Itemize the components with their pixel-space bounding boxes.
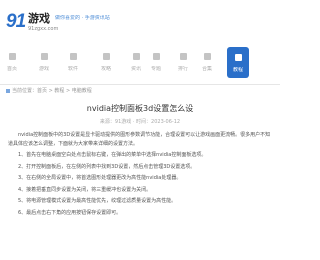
tutorial-icon	[235, 54, 242, 61]
rank-icon	[180, 53, 187, 60]
article-paragraph: 1、首先在电脑桌面空白处点击鼠标右键，在弹出的菜单中选择nvidia控制面板选项…	[18, 152, 207, 158]
article-paragraph: 5、将电源管理模式设置为最高性能优先，纹理过滤质量设置为高性能。	[18, 198, 177, 204]
nav-item-label: 游戏	[38, 66, 49, 72]
nav-item-label: 首页	[6, 66, 17, 72]
article-paragraph: 2、打开控制面板后，在左侧的列表中找到3D设置，然后点击管理3D设置选项。	[18, 163, 196, 170]
news-icon	[133, 53, 140, 60]
nav-item-rank[interactable]: 排行	[172, 46, 194, 79]
nav-item-collections[interactable]: 合集	[196, 46, 218, 79]
home-icon	[9, 53, 16, 60]
nav-item-home[interactable]: 首页	[1, 46, 23, 79]
nav-item-label: 专题	[150, 66, 161, 72]
article-paragraph: nvidia控制面板中的3D设置是显卡驱动提供的图形参数调节功能，合理设置可以让…	[8, 132, 271, 147]
app-icon	[70, 53, 77, 60]
logo-domain: 91zgxx.com	[28, 26, 59, 32]
breadcrumb-text[interactable]: 当前位置：首页 > 教程 > 电脑教程	[12, 88, 92, 94]
site-logo[interactable]: 91	[6, 12, 26, 32]
nav-item-label: 资讯	[130, 66, 141, 72]
site-header: 91 游戏 91zgxx.com 做你喜爱的 · 手游资讯站	[0, 0, 280, 45]
site-slogan: 做你喜爱的 · 手游资讯站	[55, 15, 110, 21]
nav-item-label: 攻略	[100, 66, 111, 72]
page-title: nvidia控制面板3d设置怎么设	[86, 104, 194, 113]
article-paragraph: 3、在右侧的全局设置中，将首选图形处理器更改为高性能nvidia处理器。	[18, 175, 182, 181]
nav-item-software[interactable]: 软件	[62, 46, 84, 79]
topic-icon	[153, 53, 160, 60]
nav-item-news[interactable]: 资讯	[125, 46, 147, 79]
logo-wordmark[interactable]: 游戏	[28, 13, 50, 25]
nav-item-label: 软件	[67, 66, 78, 72]
collection-icon	[204, 53, 211, 60]
location-icon	[6, 88, 10, 93]
nav-item-label: 排行	[177, 66, 188, 72]
nav-item-label: 教程	[232, 67, 243, 73]
main-nav: 首页 游戏 软件 攻略 资讯 专题 排行 合集 教程	[0, 46, 280, 79]
header-divider	[0, 84, 280, 85]
nav-item-topics[interactable]: 专题	[145, 46, 167, 79]
article-paragraph: 4、接着把垂直同步设置为关闭，将三重缓冲也设置为关闭。	[18, 186, 152, 193]
article-meta: 来源：91游戏 · 时间：2023-06-12	[99, 119, 181, 125]
article-body: nvidia控制面板中的3D设置是显卡驱动提供的图形参数调节功能，合理设置可以让…	[8, 131, 272, 260]
game-icon	[41, 53, 48, 60]
nav-item-label: 合集	[201, 66, 212, 72]
nav-item-games[interactable]: 游戏	[33, 46, 55, 79]
guide-icon	[103, 53, 110, 60]
article-paragraph: 6、最后点击右下角的应用按钮保存设置即可。	[18, 209, 122, 216]
nav-item-tutorials[interactable]: 教程	[227, 47, 249, 78]
breadcrumb: 当前位置：首页 > 教程 > 电脑教程	[6, 88, 92, 94]
nav-item-guides[interactable]: 攻略	[95, 46, 117, 79]
